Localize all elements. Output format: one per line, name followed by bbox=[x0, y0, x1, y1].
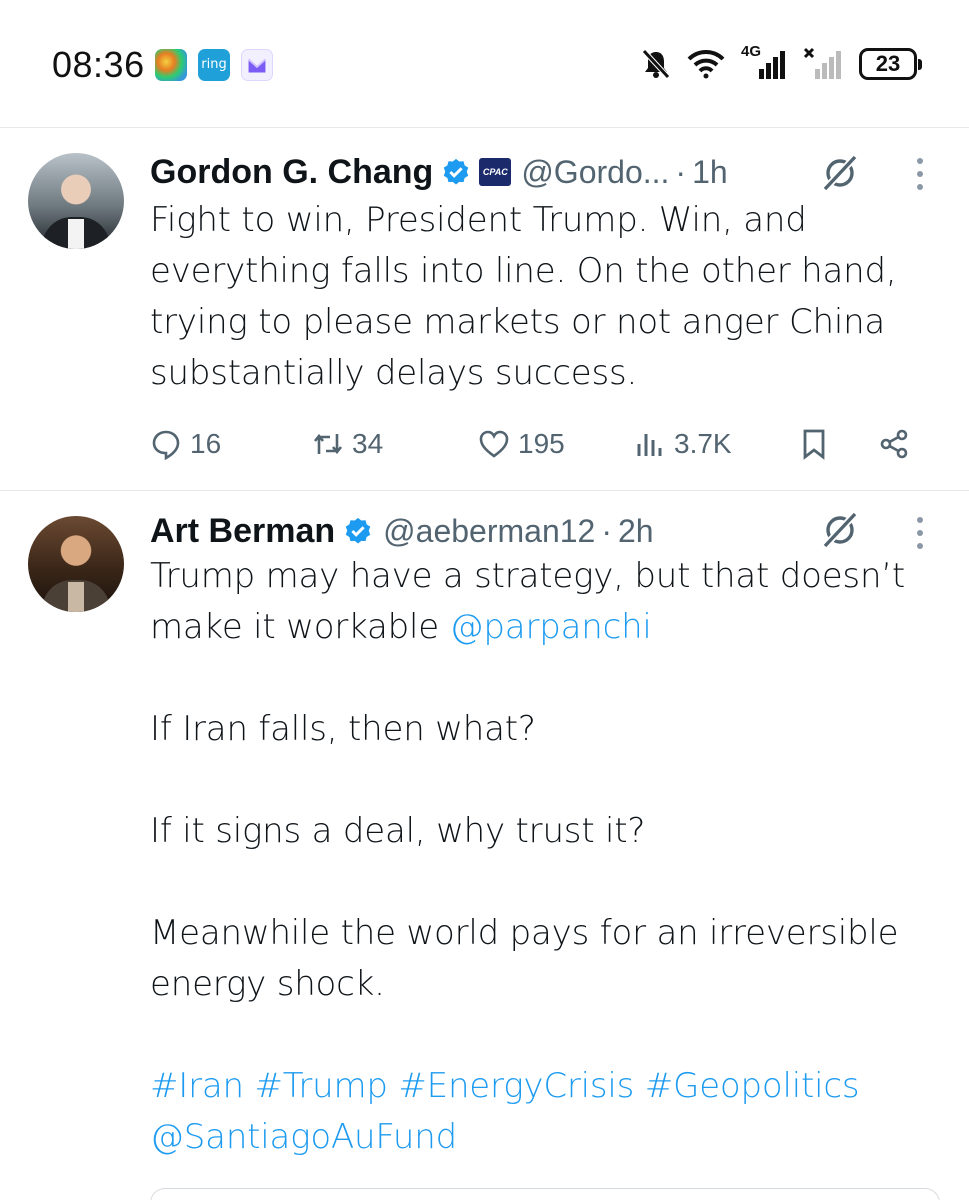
avatar-shirt bbox=[68, 582, 84, 612]
verified-badge-icon bbox=[345, 517, 371, 544]
more-options-icon[interactable] bbox=[914, 514, 926, 554]
separator-dot: · bbox=[675, 153, 687, 190]
battery-icon: 23 bbox=[859, 48, 922, 80]
share-icon bbox=[880, 429, 908, 459]
ring-app-icon: ring bbox=[198, 49, 230, 81]
tweet-paragraph: If Iran falls, then what? bbox=[150, 709, 536, 749]
bell-muted-icon bbox=[642, 49, 670, 79]
tweet-header: Art Berman @aeberman12 · 2h bbox=[150, 506, 654, 556]
retweet-button[interactable]: 34 bbox=[312, 419, 383, 469]
hashtag-links[interactable]: #Iran #Trump #EnergyCrisis #Geopolitics bbox=[150, 1061, 940, 1112]
display-name[interactable]: Art Berman bbox=[150, 512, 335, 551]
views-icon bbox=[637, 434, 662, 456]
tweet-paragraph: If it signs a deal, why trust it? bbox=[150, 811, 646, 851]
more-options-icon[interactable] bbox=[914, 155, 926, 195]
views-button[interactable]: 3.7K bbox=[634, 419, 732, 469]
wifi-icon bbox=[687, 49, 725, 79]
views-count: 3.7K bbox=[674, 428, 732, 459]
avatar[interactable] bbox=[28, 153, 124, 249]
bookmark-button[interactable] bbox=[798, 419, 830, 469]
grok-icon[interactable] bbox=[820, 510, 860, 550]
like-button[interactable]: 195 bbox=[478, 419, 565, 469]
signal-4g-icon: 4G bbox=[741, 43, 787, 81]
proton-mail-icon bbox=[241, 49, 273, 81]
tweet-header: Gordon G. Chang CPAC @Gordo... · 1h bbox=[150, 147, 728, 197]
mention-link[interactable]: @SantiagoAuFund bbox=[150, 1112, 940, 1163]
user-handle[interactable]: @Gordo... bbox=[521, 154, 669, 191]
signal-no-service-icon bbox=[803, 47, 841, 79]
bookmark-icon bbox=[803, 429, 825, 460]
tweet-actions: 16 34 195 3.7K bbox=[150, 419, 930, 469]
reply-icon bbox=[152, 430, 180, 460]
share-button[interactable] bbox=[878, 419, 910, 469]
affiliation-badge[interactable]: CPAC bbox=[479, 158, 512, 186]
tweet-text: Trump may have a strategy, but that does… bbox=[150, 551, 940, 1163]
tweet-paragraph: Trump may have a strategy, but that does… bbox=[150, 551, 940, 653]
tweet-time[interactable]: 1h bbox=[692, 154, 728, 191]
retweet-icon bbox=[313, 433, 343, 455]
mention-link[interactable]: @parpanchi bbox=[450, 607, 652, 647]
reply-count: 16 bbox=[190, 428, 222, 459]
like-count: 195 bbox=[518, 428, 565, 459]
status-bar: 08:36 ring 4G 23 bbox=[0, 0, 969, 128]
grok-icon[interactable] bbox=[820, 153, 860, 193]
avatar[interactable] bbox=[28, 516, 124, 612]
retweet-count: 34 bbox=[352, 428, 384, 459]
verified-badge-icon bbox=[444, 158, 469, 185]
user-handle[interactable]: @aeberman12 bbox=[383, 513, 595, 550]
separator-dot: · bbox=[601, 512, 612, 549]
heart-icon bbox=[479, 430, 509, 458]
embedded-card[interactable] bbox=[150, 1188, 940, 1200]
status-indicators: 4G 23 bbox=[641, 43, 922, 82]
tweet[interactable]: Art Berman @aeberman12 · 2h Trump may ha… bbox=[0, 492, 969, 1200]
radar-app-icon bbox=[155, 49, 187, 81]
avatar-shirt bbox=[68, 219, 84, 249]
tweet[interactable]: Gordon G. Chang CPAC @Gordo... · 1h Figh… bbox=[0, 129, 969, 491]
tweet-paragraph: Fight to win, President Trump. Win, and … bbox=[150, 200, 897, 393]
tweet-text: Fight to win, President Trump. Win, and … bbox=[150, 195, 940, 399]
display-name[interactable]: Gordon G. Chang bbox=[150, 153, 433, 192]
reply-button[interactable]: 16 bbox=[150, 419, 221, 469]
status-time: 08:36 bbox=[52, 44, 145, 85]
tweet-paragraph: Meanwhile the world pays for an irrevers… bbox=[150, 913, 899, 1004]
tweet-time[interactable]: 2h bbox=[618, 513, 654, 550]
